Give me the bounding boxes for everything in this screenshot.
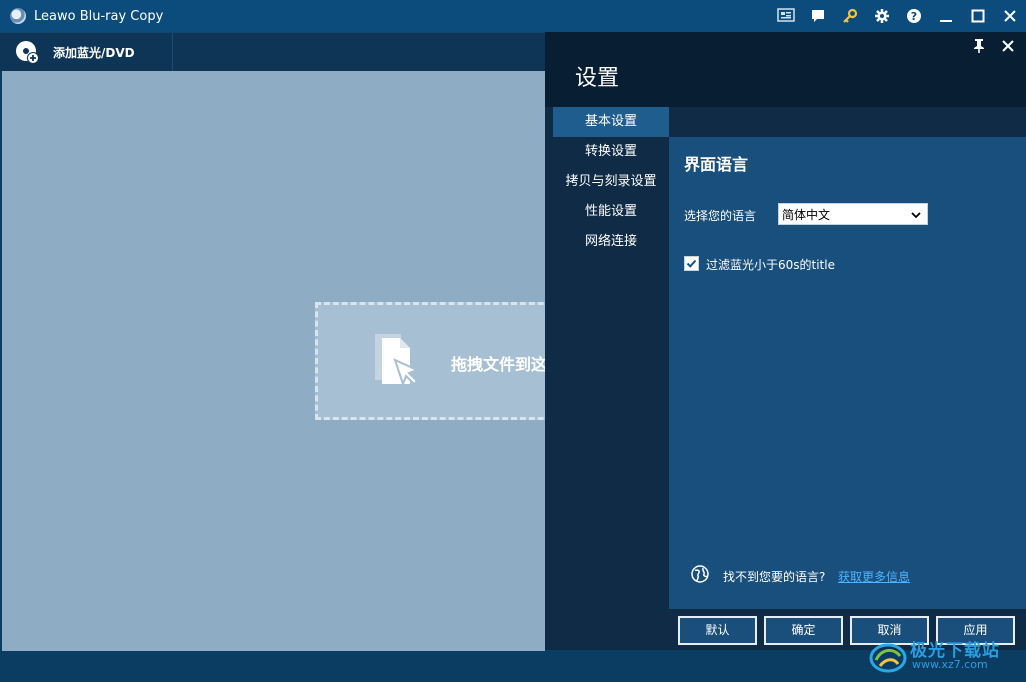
settings-content: 界面语言 选择您的语言 简体中文 过滤蓝光小于60s的title 找不到您要的语… [669,137,1026,609]
watermark: 极光下载站 www.xz7.com [868,634,1018,678]
nav-convert-settings[interactable]: 转换设置 [553,137,669,167]
settings-panel: 设置 基本设置 转换设置 拷贝与刻录设置 性能设置 网络连接 界面语言 选择您的… [545,32,1026,650]
nav-basic-settings[interactable]: 基本设置 [553,107,669,137]
main-toolbar: 添加蓝光/DVD [0,32,545,71]
language-select[interactable]: 简体中文 [778,203,928,225]
settings-title: 设置 [575,66,620,91]
checkmark-icon [686,259,697,268]
pin-icon[interactable] [968,35,990,57]
maximize-icon[interactable] [962,0,994,32]
settings-nav: 基本设置 转换设置 拷贝与刻录设置 性能设置 网络连接 [553,107,669,609]
minimize-icon[interactable] [930,0,962,32]
app-logo-icon [10,8,26,24]
default-button[interactable]: 默认 [678,616,757,645]
gear-icon[interactable] [866,0,898,32]
screen-icon[interactable] [770,0,802,32]
watermark-url: www.xz7.com [912,658,988,671]
add-bluray-dvd-button[interactable]: 添加蓝光/DVD [0,33,173,71]
help-text: 找不到您要的语言? [723,570,826,584]
filter-checkbox-label[interactable]: 过滤蓝光小于60s的title [706,256,835,273]
drag-file-icon [373,332,429,394]
title-bar: Leawo Blu-ray Copy ? [0,0,1026,32]
close-icon[interactable] [994,0,1026,32]
help-icon[interactable]: ? [898,0,930,32]
key-icon[interactable] [834,0,866,32]
settings-close-icon[interactable] [997,35,1019,57]
chevron-down-icon [911,204,921,233]
file-drop-zone[interactable]: 拖拽文件到这 [315,302,545,420]
work-area[interactable]: 拖拽文件到这 [2,71,545,651]
nav-copy-burn-settings[interactable]: 拷贝与刻录设置 [553,167,669,197]
ok-button[interactable]: 确定 [764,616,843,645]
language-label: 选择您的语言 [684,209,757,223]
app-title: Leawo Blu-ray Copy [34,8,164,24]
language-select-value: 简体中文 [782,208,831,222]
svg-text:?: ? [911,10,917,23]
section-title: 界面语言 [684,155,749,174]
add-disc-icon [15,40,39,64]
nav-performance-settings[interactable]: 性能设置 [553,197,669,227]
filter-checkbox[interactable] [684,256,699,271]
drop-hint-text: 拖拽文件到这 [451,355,545,374]
nav-network-settings[interactable]: 网络连接 [553,227,669,257]
chat-icon[interactable] [802,0,834,32]
watermark-logo-icon [868,638,908,674]
more-info-link[interactable]: 获取更多信息 [838,568,910,585]
settings-header: 设置 [545,32,1026,107]
add-bluray-dvd-label: 添加蓝光/DVD [53,45,135,60]
globe-icon [691,565,709,583]
